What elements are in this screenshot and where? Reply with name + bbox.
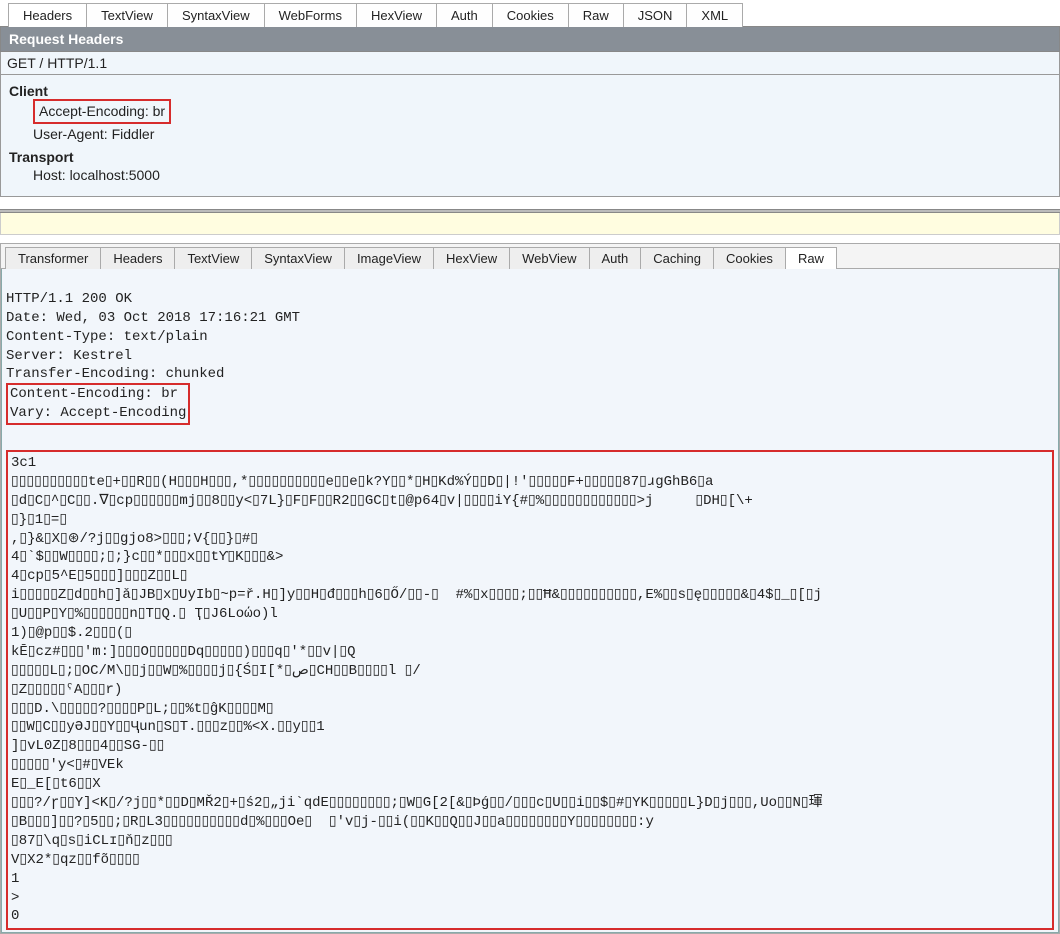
request-tab-webforms[interactable]: WebForms [264, 3, 357, 27]
response-body-highlight: 3c1 ▯▯▯▯▯▯▯▯▯▯te▯+▯▯R▯▯(H▯▯▯H▯▯▯,*▯▯▯▯▯▯… [6, 450, 1054, 930]
request-tabstrip: HeadersTextViewSyntaxViewWebFormsHexView… [0, 0, 1060, 26]
request-headers-title: Request Headers [0, 26, 1060, 52]
request-headers-block: ClientAccept-Encoding: brUser-Agent: Fid… [0, 75, 1060, 197]
request-tab-json[interactable]: JSON [623, 3, 688, 27]
request-first-line: GET / HTTP/1.1 [0, 52, 1060, 75]
response-headers-plain: HTTP/1.1 200 OK Date: Wed, 03 Oct 2018 1… [6, 291, 300, 383]
response-tab-syntaxview[interactable]: SyntaxView [251, 247, 345, 269]
response-tab-webview[interactable]: WebView [509, 247, 589, 269]
request-tab-hexview[interactable]: HexView [356, 3, 437, 27]
request-tab-xml[interactable]: XML [686, 3, 743, 27]
request-tab-syntaxview[interactable]: SyntaxView [167, 3, 265, 27]
response-tabstrip: TransformerHeadersTextViewSyntaxViewImag… [1, 244, 1059, 269]
response-panel: TransformerHeadersTextViewSyntaxViewImag… [0, 243, 1060, 934]
decode-banner[interactable] [0, 213, 1060, 235]
response-tab-transformer[interactable]: Transformer [5, 247, 101, 269]
request-header-accept-encoding[interactable]: Accept-Encoding: br [33, 99, 171, 124]
response-tab-caching[interactable]: Caching [640, 247, 714, 269]
request-tab-auth[interactable]: Auth [436, 3, 493, 27]
request-header-user-agent[interactable]: User-Agent: Fiddler [33, 124, 154, 145]
request-header-host[interactable]: Host: localhost:5000 [33, 165, 160, 186]
request-group-client: Client [9, 83, 1051, 99]
response-tab-imageview[interactable]: ImageView [344, 247, 434, 269]
request-tab-cookies[interactable]: Cookies [492, 3, 569, 27]
response-tab-auth[interactable]: Auth [589, 247, 642, 269]
request-tab-textview[interactable]: TextView [86, 3, 168, 27]
response-tab-hexview[interactable]: HexView [433, 247, 510, 269]
response-headers-highlight: Content-Encoding: br Vary: Accept-Encodi… [6, 383, 190, 425]
response-tab-textview[interactable]: TextView [174, 247, 252, 269]
response-tab-cookies[interactable]: Cookies [713, 247, 786, 269]
response-raw-text[interactable]: HTTP/1.1 200 OK Date: Wed, 03 Oct 2018 1… [1, 269, 1059, 933]
response-tab-headers[interactable]: Headers [100, 247, 175, 269]
request-group-transport: Transport [9, 149, 1051, 165]
response-tab-raw[interactable]: Raw [785, 247, 837, 269]
request-tab-raw[interactable]: Raw [568, 3, 624, 27]
request-tab-headers[interactable]: Headers [8, 3, 87, 27]
